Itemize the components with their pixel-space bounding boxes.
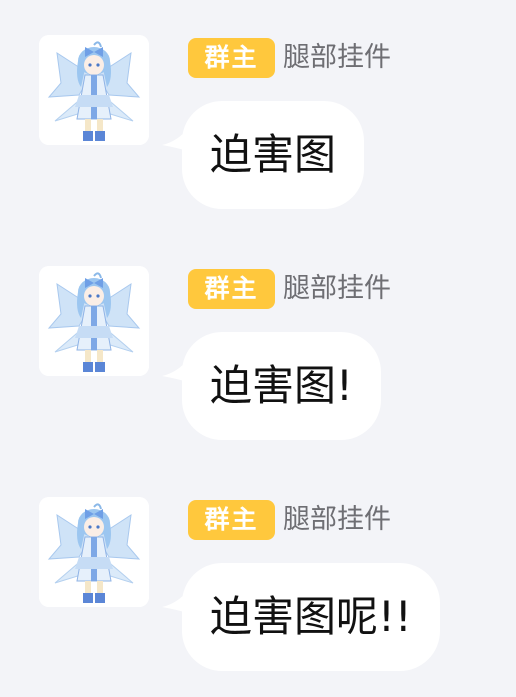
sender-avatar[interactable] [39,35,149,145]
message-text: 迫害图 [210,130,337,179]
message-bubble[interactable]: 迫害图! [182,332,381,440]
message-bubble[interactable]: 迫害图 [182,101,365,209]
chat-message: 群主 腿部挂件 迫害图 [0,35,516,235]
sender-avatar[interactable] [39,497,149,607]
chat-message: 群主 腿部挂件 迫害图呢!! [0,497,516,697]
owner-badge: 群主 [188,269,275,309]
owner-badge: 群主 [188,500,275,540]
sender-avatar[interactable] [39,266,149,376]
sender-name[interactable]: 腿部挂件 [283,500,391,540]
anime-girl-avatar-icon [39,497,149,607]
owner-badge: 群主 [188,38,275,78]
anime-girl-avatar-icon [39,35,149,145]
sender-name[interactable]: 腿部挂件 [283,269,391,309]
message-text: 迫害图呢!! [210,592,412,641]
message-bubble[interactable]: 迫害图呢!! [182,563,440,671]
anime-girl-avatar-icon [39,266,149,376]
chat-message: 群主 腿部挂件 迫害图! [0,266,516,466]
message-text: 迫害图! [210,361,353,410]
sender-name[interactable]: 腿部挂件 [283,38,391,78]
